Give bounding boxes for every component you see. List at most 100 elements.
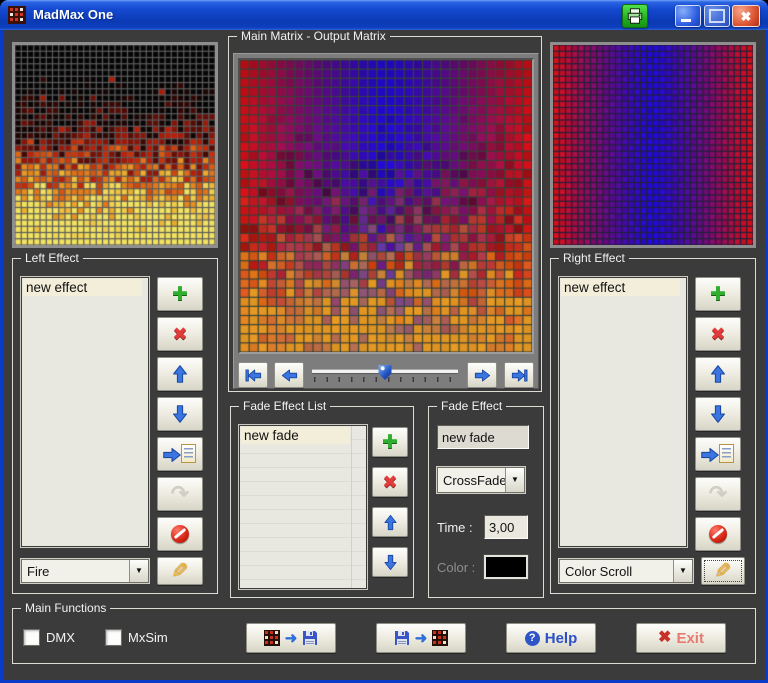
- left-add-effect-button[interactable]: ✚: [157, 277, 203, 311]
- fade-delete-button[interactable]: ✖: [372, 467, 408, 497]
- skip-to-start-icon: [244, 366, 263, 385]
- minimize-button[interactable]: [675, 5, 701, 27]
- matrix-icon: [264, 630, 280, 646]
- output-matrix[interactable]: [240, 60, 532, 352]
- first-frame-button[interactable]: [238, 362, 268, 388]
- exit-button[interactable]: ✖ Exit: [636, 623, 726, 653]
- left-move-down-button[interactable]: [157, 397, 203, 431]
- left-move-up-button[interactable]: [157, 357, 203, 391]
- fade-type-select[interactable]: CrossFade ▼: [437, 467, 525, 493]
- delete-icon: ✖: [172, 325, 187, 343]
- left-preview-frame: [12, 42, 218, 248]
- fade-effect-list-group-label: Fade Effect List: [239, 400, 330, 413]
- list-item[interactable]: new fade: [241, 427, 350, 444]
- matrix-icon: [432, 630, 448, 646]
- effect-list-doc-icon: [181, 444, 196, 463]
- printer-icon: [626, 7, 644, 25]
- left-edit-effect-button[interactable]: ✎: [157, 557, 203, 585]
- close-button[interactable]: ✖: [732, 5, 760, 27]
- exit-label: Exit: [676, 630, 704, 647]
- list-item[interactable]: new effect: [23, 279, 142, 296]
- fade-add-button[interactable]: ✚: [372, 427, 408, 457]
- save-matrix-to-file-button[interactable]: ➜: [246, 623, 336, 653]
- delete-icon: ✖: [710, 325, 725, 343]
- left-effect-group-label: Left Effect: [21, 252, 83, 265]
- fade-name-input[interactable]: [437, 425, 529, 449]
- window-body: Main Matrix - Output Matrix Left Effect: [3, 30, 765, 680]
- dmx-label: DMX: [46, 630, 75, 645]
- maximize-button[interactable]: [704, 5, 730, 27]
- fade-time-input[interactable]: [484, 515, 528, 539]
- arrow-down-icon: [381, 553, 400, 572]
- left-apply-to-list-button[interactable]: [157, 437, 203, 471]
- right-preset-value: Color Scroll: [560, 564, 673, 579]
- window-title: MadMax One: [33, 7, 113, 22]
- minimize-icon: [681, 19, 691, 22]
- left-preset-select[interactable]: Fire ▼: [21, 559, 149, 583]
- help-icon: ?: [525, 631, 540, 646]
- previous-frame-button[interactable]: [274, 362, 304, 388]
- print-button[interactable]: [622, 4, 648, 28]
- maximize-icon: [709, 9, 725, 23]
- right-preset-select[interactable]: Color Scroll ▼: [559, 559, 693, 583]
- left-copy-disabled-button[interactable]: ↷: [157, 477, 203, 511]
- left-preset-value: Fire: [22, 564, 129, 579]
- stop-icon: [709, 525, 727, 543]
- help-button[interactable]: ? Help: [506, 623, 596, 653]
- arrow-down-icon: [169, 403, 191, 425]
- fade-color-swatch[interactable]: [484, 555, 528, 579]
- fade-effect-list[interactable]: new fade: [239, 425, 367, 589]
- arrow-right-icon: ➜: [285, 631, 298, 646]
- right-delete-effect-button[interactable]: ✖: [695, 317, 741, 351]
- mxsim-label: MxSim: [128, 630, 168, 645]
- left-effect-list[interactable]: new effect: [21, 277, 149, 547]
- close-icon: ✖: [741, 10, 752, 23]
- left-preview-matrix: [15, 45, 215, 245]
- right-edit-effect-button[interactable]: ✎: [701, 557, 745, 585]
- next-frame-button[interactable]: [467, 362, 497, 388]
- right-effect-list[interactable]: new effect: [559, 277, 687, 547]
- load-file-to-matrix-button[interactable]: ➜: [376, 623, 466, 653]
- titlebar: MadMax One ✖: [0, 0, 768, 30]
- curved-arrow-icon: ↷: [709, 483, 727, 505]
- left-preset-dropdown-button[interactable]: ▼: [129, 560, 148, 582]
- add-icon: ✚: [382, 433, 398, 452]
- main-matrix-group: Main Matrix - Output Matrix: [228, 36, 542, 392]
- last-frame-button[interactable]: [504, 362, 534, 388]
- right-apply-to-list-button[interactable]: [695, 437, 741, 471]
- left-delete-effect-button[interactable]: ✖: [157, 317, 203, 351]
- dmx-checkbox[interactable]: [23, 629, 40, 646]
- color-label: Color :: [437, 560, 475, 575]
- exit-icon: ✖: [658, 630, 671, 646]
- mxsim-checkbox[interactable]: [105, 629, 122, 646]
- right-add-effect-button[interactable]: ✚: [695, 277, 741, 311]
- right-preset-dropdown-button[interactable]: ▼: [673, 560, 692, 582]
- fade-type-dropdown-button[interactable]: ▼: [505, 468, 524, 492]
- left-stop-button[interactable]: [157, 517, 203, 551]
- arrow-up-icon: [169, 363, 191, 385]
- right-move-up-button[interactable]: [695, 357, 741, 391]
- matrix-panel: [233, 53, 539, 389]
- time-label: Time :: [437, 520, 473, 535]
- arrow-down-icon: [707, 403, 729, 425]
- floppy-icon: [394, 630, 410, 646]
- main-functions-group-label: Main Functions: [21, 602, 110, 615]
- main-functions-group: Main Functions DMX MxSim ➜ ➜: [12, 608, 756, 664]
- arrow-right-icon: ➜: [415, 631, 428, 646]
- main-matrix-group-label: Main Matrix - Output Matrix: [237, 30, 390, 43]
- curved-arrow-icon: ↷: [171, 483, 189, 505]
- right-preview-matrix: [553, 45, 753, 245]
- pencil-icon: ✎: [171, 561, 189, 582]
- list-item[interactable]: new effect: [561, 279, 680, 296]
- arrow-right-icon: [473, 366, 492, 385]
- fade-move-down-button[interactable]: [372, 547, 408, 577]
- right-move-down-button[interactable]: [695, 397, 741, 431]
- apply-arrow-icon: [699, 444, 721, 466]
- right-stop-button[interactable]: [695, 517, 741, 551]
- apply-arrow-icon: [161, 444, 183, 466]
- right-copy-disabled-button[interactable]: ↷: [695, 477, 741, 511]
- arrow-up-icon: [381, 513, 400, 532]
- fade-move-up-button[interactable]: [372, 507, 408, 537]
- output-matrix-frame: [238, 58, 534, 354]
- frame-slider[interactable]: [310, 362, 460, 388]
